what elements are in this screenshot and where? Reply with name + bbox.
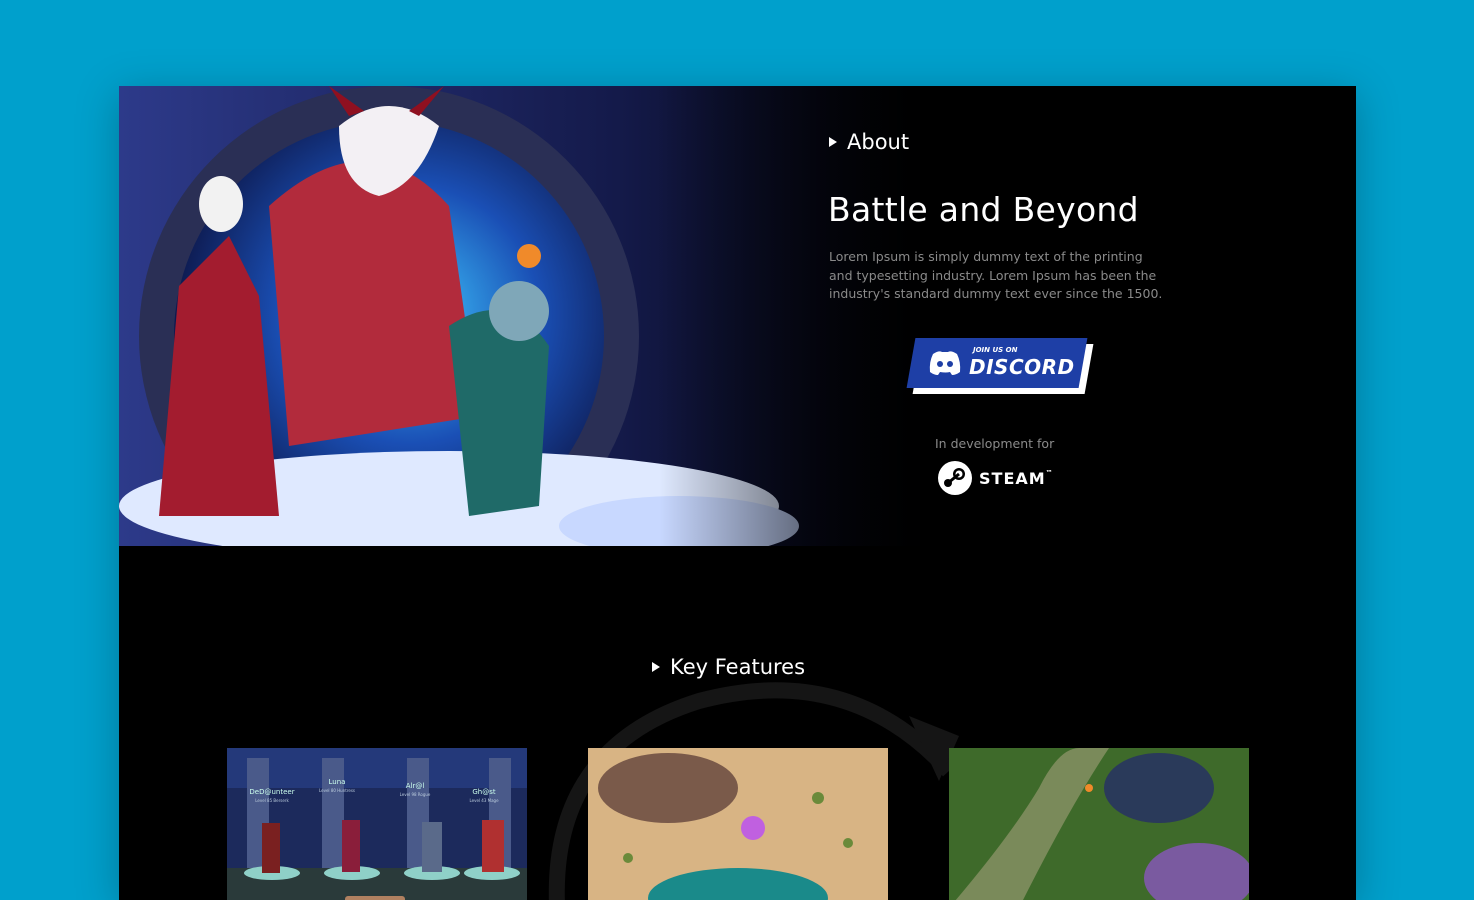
character-level: Level 43 Mage [469, 798, 499, 803]
feature-screenshot-character-select[interactable]: DeD@unteer Level 85 Berserk Luna Level 8… [227, 748, 527, 900]
discord-big-text: DISCORD [969, 355, 1075, 379]
hero-title: Battle and Beyond [828, 190, 1139, 229]
feature-screenshot-desert-battle[interactable] [588, 748, 888, 900]
character-name: Luna [329, 778, 346, 786]
steam-label: STEAM™ [979, 469, 1054, 488]
key-features-label: Key Features [652, 655, 805, 679]
character-name: DeD@unteer [249, 788, 294, 796]
feature-screenshot-forest-battle[interactable] [949, 748, 1249, 900]
steam-logo[interactable]: STEAM™ [937, 460, 1054, 496]
hero-description: Lorem Ipsum is simply dummy text of the … [829, 249, 1163, 301]
landing-page: About Battle and Beyond Lorem Ipsum is s… [119, 86, 1356, 900]
key-features-text: Key Features [670, 655, 806, 679]
steam-trademark: ™ [1045, 468, 1054, 477]
character-name: Gh@st [472, 788, 496, 796]
steam-logo-icon [938, 461, 972, 495]
hero-artwork [119, 86, 949, 546]
character-level: Level 80 Huntress [319, 788, 355, 793]
hero-fade [659, 86, 949, 546]
discord-small-text: JOIN US ON [973, 346, 1018, 354]
play-triangle-icon [652, 662, 660, 672]
play-triangle-icon [829, 137, 837, 147]
discord-logo-icon [929, 351, 961, 375]
about-section-label: About [829, 130, 909, 154]
character-level: Level 85 Berserk [255, 798, 289, 803]
in-development-label: In development for [935, 436, 1055, 451]
steam-label-text: STEAM [979, 468, 1046, 488]
character-name: Alr@l [406, 782, 425, 790]
discord-join-button[interactable]: JOIN US ON DISCORD [906, 338, 1094, 396]
character-level: Level 98 Rogue [400, 792, 431, 797]
about-label-text: About [847, 130, 910, 154]
